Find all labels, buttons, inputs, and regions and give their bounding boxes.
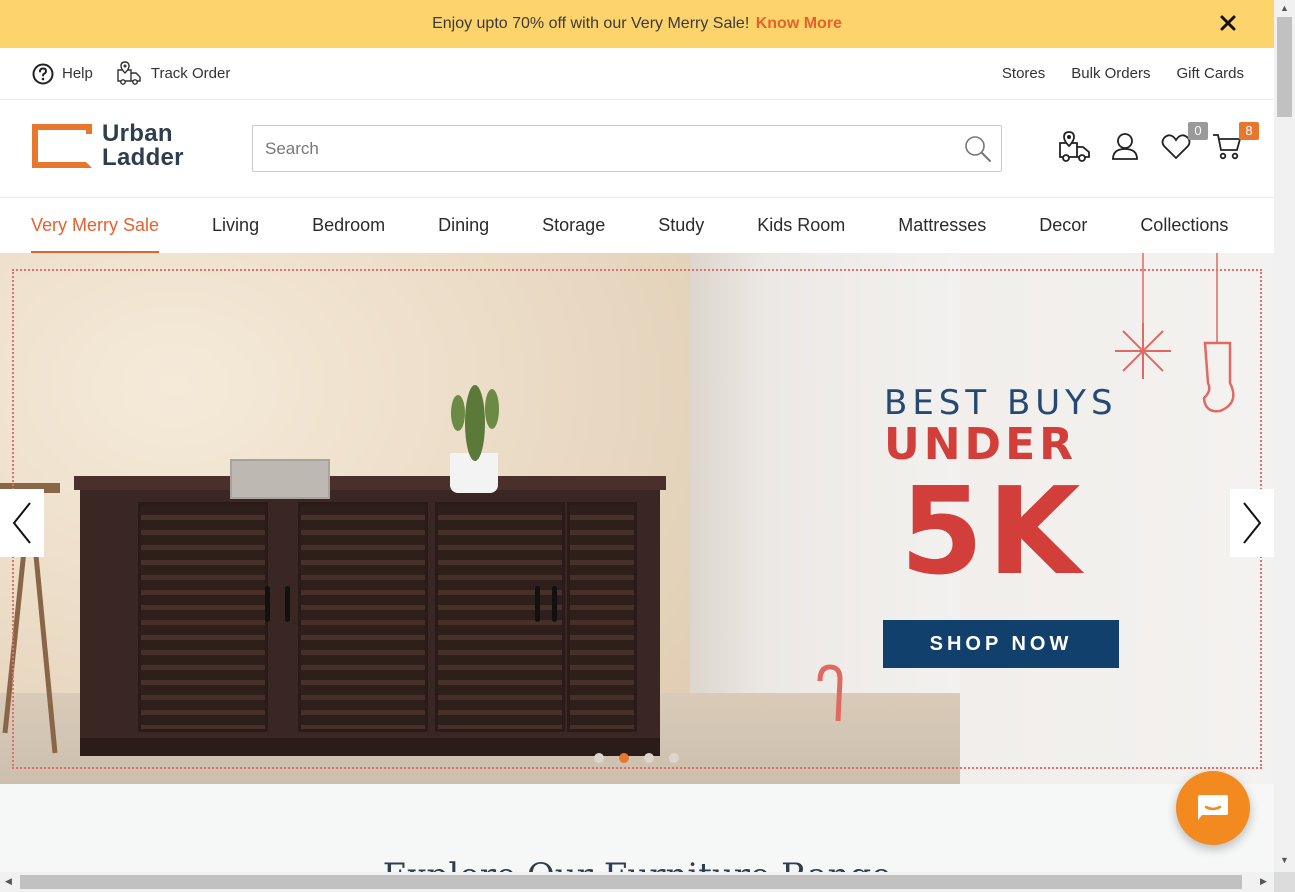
chevron-right-icon	[1243, 502, 1262, 544]
scroll-down-icon[interactable]: ▼	[1280, 855, 1289, 865]
scroll-left-icon[interactable]: ◀	[5, 876, 12, 887]
know-more-link[interactable]: Know More	[756, 15, 842, 33]
furniture-range-section: Explore Our Furniture Range	[0, 784, 1274, 872]
hero-line-1: BEST BUYS	[884, 383, 1118, 423]
search-icon[interactable]	[963, 134, 993, 164]
nav-kids-room[interactable]: Kids Room	[757, 198, 845, 253]
truck-location-icon	[117, 60, 141, 85]
store-locator-button[interactable]	[1058, 130, 1090, 162]
carousel-dot-3[interactable]	[644, 753, 654, 763]
bulk-orders-link[interactable]: Bulk Orders	[1071, 65, 1150, 82]
urban-ladder-logo[interactable]: Urban Ladder	[32, 122, 184, 170]
vertical-scrollbar[interactable]: ▲ ▼	[1274, 0, 1295, 872]
section-heading: Explore Our Furniture Range	[0, 856, 1274, 872]
carousel-dot-4[interactable]	[669, 753, 679, 763]
chat-bubble-icon	[1198, 795, 1228, 820]
scroll-right-icon[interactable]: ▶	[1260, 876, 1267, 887]
account-button[interactable]	[1109, 130, 1141, 162]
carousel-dots	[594, 753, 679, 763]
scroll-up-icon[interactable]: ▲	[1280, 3, 1289, 13]
nav-mattresses[interactable]: Mattresses	[898, 198, 986, 253]
vertical-scroll-thumb[interactable]	[1277, 17, 1292, 117]
promo-text: Enjoy upto 70% off with our Very Merry S…	[432, 15, 750, 32]
horizontal-scrollbar[interactable]: ◀ ▶	[0, 872, 1274, 892]
help-label: Help	[62, 65, 93, 82]
search-bar	[252, 125, 1002, 172]
horizontal-scroll-thumb[interactable]	[20, 875, 1242, 889]
gift-cards-link[interactable]: Gift Cards	[1176, 65, 1244, 82]
user-icon	[1112, 133, 1138, 160]
logo-line-2: Ladder	[102, 144, 184, 171]
search-input[interactable]	[253, 126, 963, 171]
logo-mark-icon	[32, 124, 92, 168]
shop-now-button[interactable]: SHOP NOW	[883, 620, 1119, 668]
stores-link[interactable]: Stores	[1002, 65, 1045, 82]
nav-storage[interactable]: Storage	[542, 198, 605, 253]
nav-decor[interactable]: Decor	[1039, 198, 1087, 253]
wishlist-button[interactable]: 0	[1160, 122, 1208, 162]
close-icon[interactable]	[1218, 13, 1238, 33]
question-circle-icon	[32, 63, 54, 84]
carousel-next-button[interactable]	[1230, 489, 1274, 557]
track-order-label: Track Order	[150, 65, 231, 82]
nav-bedroom[interactable]: Bedroom	[312, 198, 385, 253]
cart-count-badge: 8	[1239, 122, 1259, 140]
chat-button[interactable]	[1176, 771, 1250, 845]
nav-very-merry-sale[interactable]: Very Merry Sale	[31, 198, 160, 253]
hero-line-3: 5K	[900, 463, 1085, 602]
category-nav: Very Merry Sale Living Bedroom Dining St…	[0, 198, 1274, 253]
nav-living[interactable]: Living	[212, 198, 259, 253]
hero-banner[interactable]: BEST BUYS UNDER 5K SHOP NOW	[0, 253, 1274, 784]
chevron-left-icon	[12, 502, 31, 544]
help-link[interactable]: Help	[32, 63, 93, 85]
track-order-link[interactable]: Track Order	[117, 60, 231, 87]
utility-bar: Help Track Order Stores Bulk Orders Gift…	[0, 48, 1274, 100]
carousel-dot-1[interactable]	[594, 753, 604, 763]
wishlist-count-badge: 0	[1188, 122, 1208, 140]
scrollbar-corner	[1274, 872, 1295, 892]
truck-location-icon	[1059, 131, 1090, 162]
cart-button[interactable]: 8	[1211, 122, 1259, 162]
main-header: Urban Ladder Search 0 8	[0, 100, 1274, 198]
nav-dining[interactable]: Dining	[438, 198, 489, 253]
carousel-prev-button[interactable]	[0, 489, 44, 557]
nav-collections[interactable]: Collections	[1140, 198, 1228, 253]
carousel-dot-2[interactable]	[619, 753, 629, 763]
nav-study[interactable]: Study	[658, 198, 704, 253]
logo-line-1: Urban	[102, 120, 173, 147]
promo-bar: Enjoy upto 70% off with our Very Merry S…	[0, 0, 1274, 48]
